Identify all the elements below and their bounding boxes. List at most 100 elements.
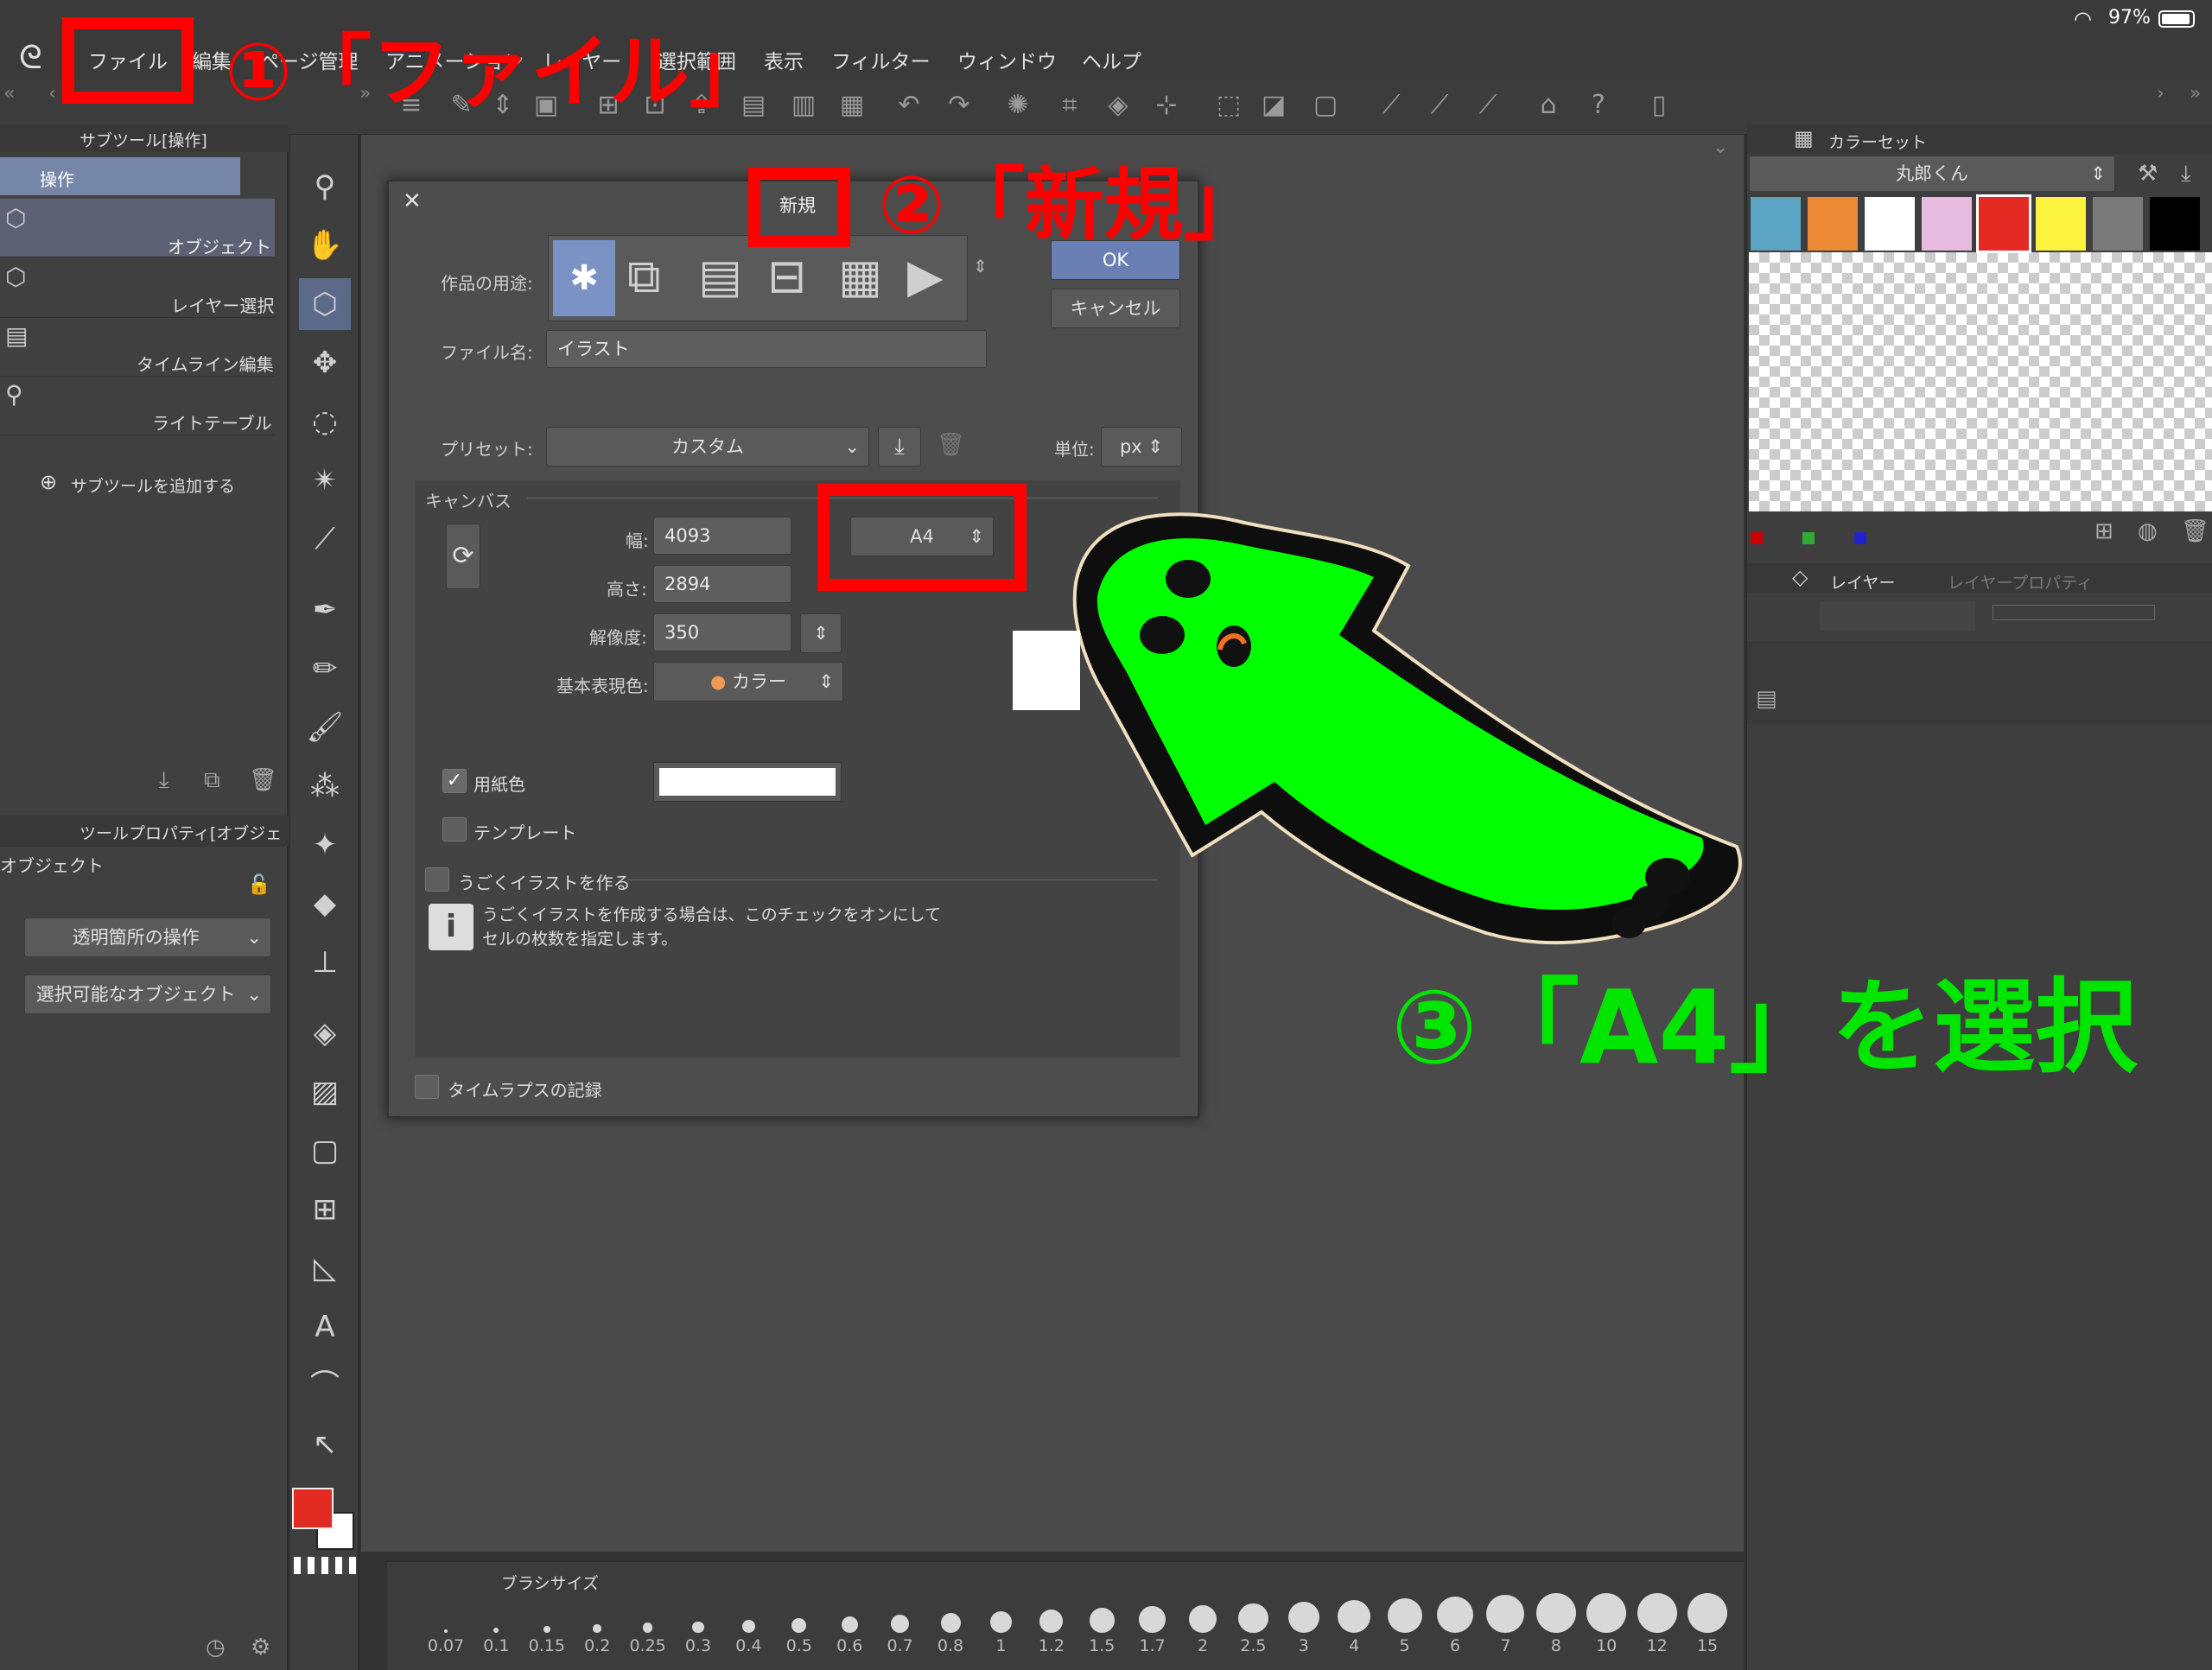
loading-icon[interactable]: ✺ <box>1001 88 1035 123</box>
fill-tool-icon[interactable]: ◈ <box>299 1007 351 1059</box>
blend-tool-icon[interactable]: ⊥ <box>299 937 351 988</box>
duplicate-icon[interactable]: ⧉ <box>204 767 220 794</box>
pen-tool-icon[interactable]: ✒ <box>299 584 351 636</box>
purpose-settings-icon[interactable]: ▦ <box>838 249 882 303</box>
selectable-object-dropdown[interactable]: 選択可能なオブジェクト ⌄ <box>24 975 271 1014</box>
deselect-icon[interactable]: ⬚ <box>1211 88 1246 123</box>
airbrush-tool-icon[interactable]: ⁂ <box>299 760 351 812</box>
add-subtool-icon[interactable]: ⊕ <box>40 470 57 494</box>
colorset-import-icon[interactable]: ⤓ <box>2181 161 2191 187</box>
color-mode-dropdown[interactable]: ● カラー ⇕ <box>653 662 843 702</box>
color-swatch[interactable] <box>1865 197 1915 251</box>
purpose-comic-icon[interactable]: ⧉ <box>627 249 661 304</box>
brush-size-item[interactable]: 1.7 <box>1128 1598 1177 1667</box>
clock-icon[interactable]: ◷ <box>206 1635 226 1660</box>
purpose-animation-icon[interactable]: ▶ <box>907 249 944 303</box>
brush-size-item[interactable]: 0.1 <box>472 1598 520 1667</box>
transparent-color-swatch[interactable] <box>294 1557 356 1574</box>
brush-size-item[interactable]: 0.25 <box>624 1598 672 1667</box>
menu-filter[interactable]: フィルター <box>831 45 931 74</box>
chevron-right-icon[interactable]: › <box>2157 83 2164 105</box>
brush-stroke-icon[interactable]: ⟋ <box>1422 88 1457 123</box>
lasso-tool-icon[interactable]: ◌ <box>299 396 351 448</box>
brush-tool-icon[interactable]: 🖌 <box>299 702 351 753</box>
swap-orientation-button[interactable]: ⟳ <box>446 524 480 589</box>
wrench-icon[interactable]: ⚙ <box>251 1635 270 1660</box>
purpose-illustration-icon[interactable]: ✱ <box>553 240 615 316</box>
ruler-tool-icon[interactable]: ◺ <box>299 1242 351 1294</box>
brush-size-item[interactable]: 0.2 <box>573 1598 621 1667</box>
hand-tool-icon[interactable]: ✋ <box>299 219 351 271</box>
pencil-tool-icon[interactable]: ✏ <box>299 643 351 695</box>
brush-size-item[interactable]: 0.07 <box>422 1598 470 1667</box>
brush-size-item[interactable]: 0.5 <box>775 1598 823 1667</box>
eraser-tool-icon[interactable]: ◆ <box>299 878 351 930</box>
brush-size-item[interactable]: 3 <box>1280 1598 1328 1667</box>
add-subtool-button[interactable]: サブツールを追加する <box>71 473 235 497</box>
device-icon[interactable]: ▯ <box>1642 88 1676 123</box>
operation-tool-icon[interactable]: ⬡ <box>299 278 351 330</box>
brush-size-item[interactable]: 5 <box>1381 1597 1429 1667</box>
learn-icon[interactable]: ⌂ <box>1531 88 1566 123</box>
paper-color-swatch[interactable] <box>653 762 842 802</box>
undo-icon[interactable]: ↶ <box>892 88 926 123</box>
transparent-op-dropdown[interactable]: 透明箇所の操作 ⌄ <box>24 918 271 957</box>
brush-size-item[interactable]: 0.4 <box>724 1598 772 1667</box>
cancel-button[interactable]: キャンセル <box>1051 289 1180 328</box>
opacity-slider[interactable] <box>1993 605 2155 620</box>
lock-icon[interactable]: 🔓 <box>247 874 270 896</box>
brush-size-item[interactable]: 1 <box>976 1598 1025 1667</box>
border-icon[interactable]: ▢ <box>1308 88 1343 123</box>
collapse-panel-icon[interactable]: » <box>2190 83 2201 105</box>
decoration-tool-icon[interactable]: ✦ <box>299 819 351 871</box>
text-tool-icon[interactable]: A <box>299 1301 351 1353</box>
auto-select-tool-icon[interactable]: ✴ <box>299 454 351 506</box>
brush-size-item[interactable]: 10 <box>1582 1593 1630 1667</box>
template-checkbox[interactable] <box>442 817 467 841</box>
correct-line-tool-icon[interactable]: ↖ <box>299 1419 351 1470</box>
menu-help[interactable]: ヘルプ <box>1082 45 1141 74</box>
brush-size-item[interactable]: 0.8 <box>926 1598 975 1667</box>
subtool-group[interactable] <box>0 157 240 195</box>
timelapse-checkbox[interactable] <box>415 1075 439 1099</box>
colorset-settings-icon[interactable]: ⚒ <box>2138 161 2158 187</box>
brush-size-item[interactable]: 7 <box>1481 1595 1529 1667</box>
frame-tool-icon[interactable]: ⊞ <box>299 1184 351 1235</box>
delete-preset-icon[interactable]: 🗑 <box>937 432 965 458</box>
png-icon[interactable]: ▥ <box>786 88 821 123</box>
brush-size-item[interactable]: 1.2 <box>1027 1598 1076 1667</box>
chevron-left-icon[interactable]: ‹ <box>48 83 56 105</box>
purpose-manga-icon[interactable]: ▤ <box>698 249 742 303</box>
purpose-scroll-icon[interactable]: ⇕ <box>973 256 988 276</box>
help-icon[interactable]: ? <box>1581 88 1616 123</box>
line-icon[interactable]: ⟋ <box>1471 88 1505 123</box>
zoom-tool-icon[interactable]: ⚲ <box>299 161 351 213</box>
brush-size-item[interactable]: 6 <box>1431 1597 1479 1667</box>
brush-size-item[interactable]: 1.5 <box>1077 1598 1126 1667</box>
brush-size-item[interactable]: 0.7 <box>876 1598 925 1667</box>
ruler-icon[interactable]: ⟋ <box>1374 88 1408 123</box>
color-swatch[interactable] <box>1922 197 1972 251</box>
color-swatch[interactable] <box>2036 197 2086 251</box>
replace-color-icon[interactable]: ◍ <box>2138 518 2158 544</box>
color-swatch[interactable] <box>2150 197 2200 251</box>
brush-size-item[interactable]: 0.6 <box>825 1598 874 1667</box>
delete-color-icon[interactable]: 🗑 <box>2181 518 2209 544</box>
brush-size-item[interactable]: 12 <box>1633 1593 1681 1667</box>
import-icon[interactable]: ⤓ <box>159 767 169 794</box>
move-tool-icon[interactable]: ✥ <box>299 337 351 389</box>
redo-icon[interactable]: ↷ <box>942 88 976 123</box>
width-input[interactable]: 4093 <box>653 517 791 555</box>
invert-icon[interactable]: ◪ <box>1256 88 1291 123</box>
balloon-tool-icon[interactable]: ⌒ <box>299 1360 351 1412</box>
collapse-down-icon[interactable]: ⌄ <box>1713 137 1728 158</box>
fill-icon[interactable]: ◈ <box>1101 88 1135 123</box>
brush-size-item[interactable]: 2.5 <box>1229 1598 1277 1667</box>
colorset-name-dropdown[interactable]: 丸郎くん ⇕ <box>1749 156 2115 192</box>
color-swatch[interactable] <box>1976 194 2031 253</box>
close-icon[interactable]: ✕ <box>403 188 422 214</box>
brush-size-item[interactable]: 0.3 <box>674 1598 722 1667</box>
filename-input[interactable]: イラスト <box>546 330 987 368</box>
blend-mode-dropdown[interactable] <box>1820 601 1975 631</box>
color-swatch[interactable] <box>1808 197 1858 251</box>
